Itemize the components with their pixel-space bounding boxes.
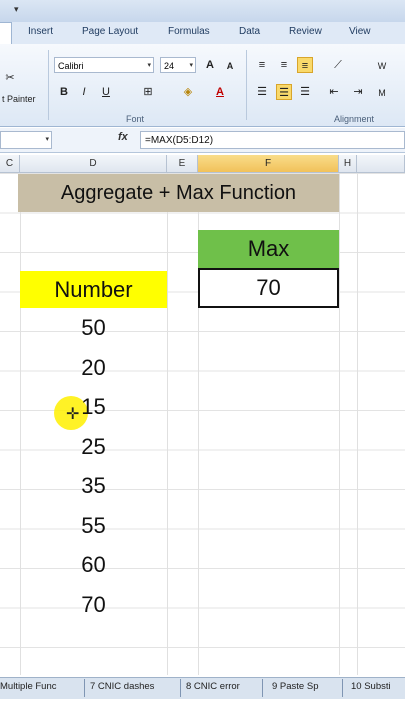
orientation-icon[interactable]: ⟋ [330, 57, 346, 73]
align-left-icon[interactable]: ☰ [254, 84, 270, 100]
bold-button[interactable]: B [56, 84, 72, 100]
number-cell[interactable]: 20 [20, 349, 167, 387]
insert-function-button[interactable]: fx [118, 131, 128, 143]
tab-formulas[interactable]: Formulas [168, 26, 210, 37]
column-header-h[interactable]: H [339, 155, 357, 173]
grid-line [167, 173, 168, 675]
font-name-dropdown[interactable]: Calibri ▾ [54, 57, 154, 73]
max-value-cell[interactable]: 70 [198, 268, 339, 308]
align-top-icon[interactable]: ≡ [254, 57, 270, 73]
shrink-font-button[interactable]: A [222, 58, 238, 74]
title-bar: ▾ [0, 0, 405, 23]
cell-cursor-icon: ✛ [66, 406, 80, 423]
group-separator [246, 50, 247, 120]
tab-review[interactable]: Review [289, 26, 322, 37]
number-header-cell[interactable]: Number [20, 271, 167, 308]
grid-line [339, 173, 340, 675]
align-center-icon[interactable]: ☰ [276, 84, 292, 100]
group-label-font: Font [126, 114, 145, 124]
group-label-alignment: Alignment [334, 114, 375, 124]
quick-access-arrow-icon[interactable]: ▾ [14, 4, 19, 15]
wrap-text-button[interactable]: W [374, 58, 390, 74]
sheet-tab-cnic-dashes[interactable]: 7 CNIC dashes [90, 681, 154, 692]
max-header-cell[interactable]: Max [198, 230, 339, 268]
number-cell[interactable]: 55 [20, 507, 167, 545]
tab-insert[interactable]: Insert [28, 26, 53, 37]
tab-separator [84, 679, 85, 697]
underline-button[interactable]: U [98, 84, 114, 100]
column-header-f[interactable]: F [198, 155, 339, 173]
number-cell[interactable]: 35 [20, 467, 167, 505]
font-size-dropdown[interactable]: 24 ▾ [160, 57, 196, 73]
decrease-indent-icon[interactable]: ⇤ [326, 84, 342, 100]
tab-home[interactable] [0, 22, 12, 45]
formula-input[interactable]: =MAX(D5:D12) [140, 131, 405, 149]
number-cell[interactable]: 25 [20, 428, 167, 466]
sheet-tab-paste-sp[interactable]: 9 Paste Sp [272, 681, 318, 692]
align-right-icon[interactable]: ☰ [297, 84, 313, 100]
tab-data[interactable]: Data [239, 26, 260, 37]
increase-indent-icon[interactable]: ⇥ [350, 84, 366, 100]
tab-view[interactable]: View [349, 26, 371, 37]
column-header-next[interactable] [357, 155, 405, 173]
number-cell[interactable]: 70 [20, 586, 167, 624]
merge-center-button[interactable]: M [374, 85, 390, 101]
align-middle-icon[interactable]: ≡ [276, 57, 292, 73]
grid-line [357, 173, 358, 675]
status-strip [0, 699, 405, 720]
tab-page-layout[interactable]: Page Layout [82, 26, 138, 37]
sheet-tab-multiple-func[interactable]: Multiple Func [0, 681, 57, 692]
tab-separator [342, 679, 343, 697]
borders-icon[interactable]: ⊞ [140, 84, 156, 100]
sheet-title-cell[interactable]: Aggregate + Max Function [18, 174, 339, 212]
column-header-d[interactable]: D [20, 155, 167, 173]
italic-button[interactable]: I [76, 84, 92, 100]
column-header-c[interactable]: C [0, 155, 20, 173]
tab-separator [262, 679, 263, 697]
number-cell[interactable]: 15 [20, 388, 167, 426]
number-cell[interactable]: 60 [20, 546, 167, 584]
format-painter-button[interactable]: t Painter [2, 94, 36, 104]
align-bottom-icon[interactable]: ≡ [297, 57, 313, 73]
sheet-tab-substi[interactable]: 10 Substi [351, 681, 391, 692]
font-color-button[interactable]: A [212, 84, 228, 100]
grow-font-button[interactable]: A [202, 57, 218, 73]
cut-icon[interactable]: ✂ [2, 70, 18, 86]
sheet-tab-cnic-error[interactable]: 8 CNIC error [186, 681, 240, 692]
tab-separator [180, 679, 181, 697]
number-cell[interactable]: 50 [20, 309, 167, 347]
fill-color-icon[interactable]: ◈ [180, 84, 196, 100]
column-header-e[interactable]: E [167, 155, 198, 173]
name-box[interactable]: ▾ [0, 131, 52, 149]
group-separator [48, 50, 49, 120]
ribbon-tabs: Insert Page Layout Formulas Data Review … [0, 22, 405, 45]
